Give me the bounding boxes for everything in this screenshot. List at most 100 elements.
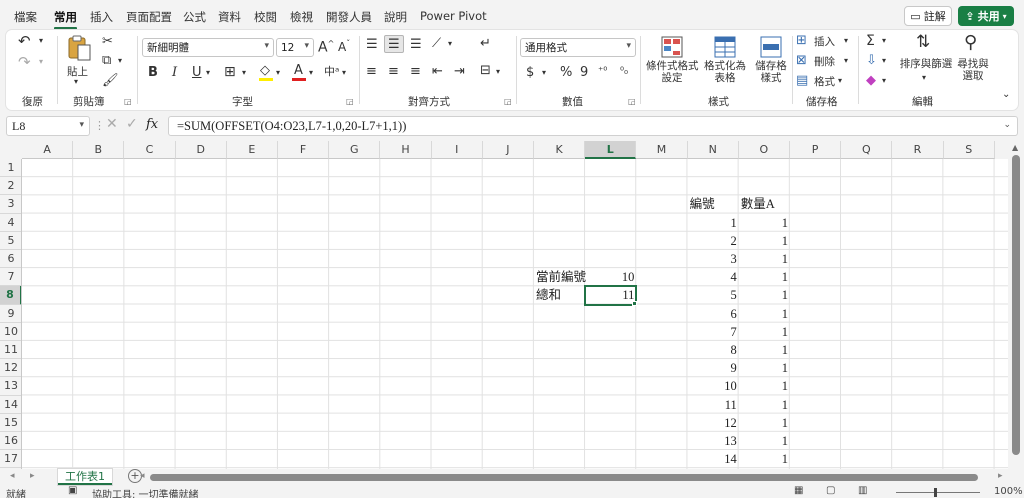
collapse-ribbon-icon[interactable]: ⌄ [1002,90,1010,100]
row-header-2[interactable]: 2 [0,177,21,196]
cell-k8[interactable]: 總和 [534,286,593,304]
cell-n12[interactable]: 9 [688,359,739,377]
paste-button[interactable]: 貼上 ▾ [64,34,94,90]
decrease-indent-icon[interactable]: ⇤ [432,65,443,78]
chevron-down-icon[interactable]: ▾ [118,57,122,65]
scroll-up-icon[interactable]: ▲ [1012,143,1018,152]
font-color-icon[interactable]: A [294,64,303,77]
cell-n17[interactable]: 14 [688,450,739,468]
insert-cells-button[interactable]: ⊞ 插入 ▾ [796,34,856,50]
zoom-slider-thumb[interactable] [934,488,937,497]
comments-button[interactable]: ▭ 註解 [904,6,952,26]
scroll-left-icon[interactable]: ◂ [140,471,145,481]
cell-n8[interactable]: 5 [688,286,739,304]
row-header-12[interactable]: 12 [0,359,21,378]
cancel-icon[interactable]: ✕ [106,116,118,132]
column-header-i[interactable]: I [431,141,483,159]
cell-o3[interactable]: 數量A [739,195,790,213]
tab-power-pivot[interactable]: Power Pivot [420,9,487,23]
undo-icon[interactable]: ↶ [18,34,31,49]
chevron-down-icon[interactable]: ▾ [882,77,886,85]
expand-formula-icon[interactable]: ⌄ [1003,120,1011,130]
column-header-l[interactable]: L [585,141,637,159]
cell-n3[interactable]: 編號 [688,195,739,213]
align-bottom-icon[interactable]: ☰ [410,38,422,51]
fill-color-icon[interactable]: ◇ [260,64,270,77]
align-center-icon[interactable]: ≡ [388,65,399,78]
align-middle-icon[interactable]: ☰ [388,38,400,51]
conditional-formatting-button[interactable]: 條件式格式 設定 [646,34,699,90]
cell-o14[interactable]: 1 [739,396,790,414]
row-header-4[interactable]: 4 [0,214,21,232]
chevron-down-icon[interactable]: ▾ [542,69,546,77]
row-header-17[interactable]: 17 [0,450,21,469]
tab-review[interactable]: 校閱 [254,9,277,25]
cell-o8[interactable]: 1 [739,286,790,304]
cell-o10[interactable]: 1 [739,323,790,341]
column-header-k[interactable]: K [534,141,586,159]
underline-button[interactable]: U [192,66,202,79]
grow-font-icon[interactable]: A^ [318,40,334,55]
zoom-level[interactable]: 100% [994,486,1023,497]
row-header-15[interactable]: 15 [0,414,21,432]
cell-n6[interactable]: 3 [688,250,739,268]
row-header-10[interactable]: 10 [0,323,21,341]
align-left-icon[interactable]: ≡ [366,65,377,78]
clear-icon[interactable]: ◆ [866,74,876,87]
cell-n9[interactable]: 6 [688,305,739,323]
macro-record-icon[interactable]: ▣ [68,486,77,496]
row-header-9[interactable]: 9 [0,305,21,323]
row-header-16[interactable]: 16 [0,432,21,451]
bold-button[interactable]: B [148,66,158,79]
cell-n11[interactable]: 8 [688,341,739,359]
format-cells-button[interactable]: ▤ 格式 ▾ [796,74,856,90]
scroll-right-icon[interactable]: ▸ [998,471,1003,481]
row-header-13[interactable]: 13 [0,377,21,396]
column-header-o[interactable]: O [738,141,790,159]
chevron-down-icon[interactable]: ▾ [342,69,346,77]
merge-center-icon[interactable]: ⊟ [480,64,491,77]
chevron-down-icon[interactable]: ▾ [242,69,246,77]
worksheet-grid[interactable]: 編號 數量A 當前編號 10 總和 11 1 1 2 1 3 1 4 1 5 1 6 1 7 1 8 1 9 1 10 1 11 1 1… [22,159,1008,469]
column-header-s[interactable]: S [943,141,995,159]
sort-filter-button[interactable]: ⇅ 排序與篩選 ▾ [898,34,954,90]
increase-indent-icon[interactable]: ⇥ [454,65,465,78]
column-header-a[interactable]: A [22,141,74,159]
delete-cells-button[interactable]: ⊠ 刪除 ▾ [796,54,856,70]
tab-page-layout[interactable]: 頁面配置 [126,9,172,25]
row-header-5[interactable]: 5 [0,232,21,250]
cell-o17[interactable]: 1 [739,450,790,468]
font-size-select[interactable]: 12 ▾ [276,38,314,57]
borders-icon[interactable]: ⊞ [224,65,236,79]
cell-o13[interactable]: 1 [739,377,790,395]
formula-input[interactable]: =SUM(OFFSET(O4:O23,L7-1,0,20-L7+1,1)) ⌄ [168,116,1018,136]
column-header-c[interactable]: C [124,141,176,159]
tab-data[interactable]: 資料 [218,9,241,25]
zoom-slider[interactable] [896,492,980,493]
format-as-table-button[interactable]: 格式化為 表格 [702,34,748,90]
percent-icon[interactable]: % [560,66,572,79]
format-painter-icon[interactable]: 🖌 [102,74,119,87]
cell-k7[interactable]: 當前編號 [534,268,593,286]
shrink-font-icon[interactable]: Aˇ [338,40,350,54]
cell-n10[interactable]: 7 [688,323,739,341]
column-header-n[interactable]: N [687,141,739,159]
find-select-button[interactable]: ⚲ 尋找與 選取 [954,34,992,90]
fill-handle[interactable] [632,300,638,306]
row-header-14[interactable]: 14 [0,396,21,414]
cell-o11[interactable]: 1 [739,341,790,359]
page-layout-view-icon[interactable]: ▢ [826,486,835,496]
column-header-p[interactable]: P [790,141,842,159]
insert-function-button[interactable]: fx [146,117,158,132]
sheet-tab-1[interactable]: 工作表1 [58,469,112,485]
cell-n5[interactable]: 2 [688,232,739,250]
autosum-icon[interactable]: Σ [866,34,875,48]
cell-n4[interactable]: 1 [688,214,739,232]
column-header-m[interactable]: M [636,141,688,159]
vertical-scrollbar[interactable]: ▲ [1008,141,1024,469]
name-box[interactable]: L8 ▾ [6,116,90,136]
number-format-select[interactable]: 通用格式 ▾ [520,38,636,57]
chevron-down-icon[interactable]: ▾ [206,69,210,77]
cell-o7[interactable]: 1 [739,268,790,286]
accessibility-status[interactable]: 協助工具: 一切準備就緒 [92,486,199,498]
